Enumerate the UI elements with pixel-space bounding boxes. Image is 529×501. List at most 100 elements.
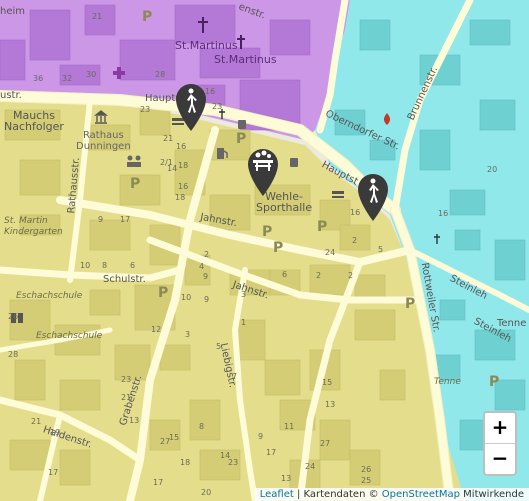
street-label-heim: heim xyxy=(0,6,26,17)
pedestrian-marker-1[interactable] xyxy=(174,82,208,132)
house-number: 28 xyxy=(8,350,19,359)
poi-label-st-martinus-1: St.Martinus xyxy=(175,39,238,52)
house-number: 7 xyxy=(232,372,238,381)
parking-icon: P xyxy=(236,131,247,147)
house-number: 18 xyxy=(178,161,189,170)
town-hall-icon xyxy=(94,110,108,124)
house-number: 12 xyxy=(151,325,162,334)
house-number: 8 xyxy=(199,422,205,431)
house-number: 19 xyxy=(50,428,61,437)
house-number: 9 xyxy=(204,295,210,304)
attribution-suffix: Mitwirkende xyxy=(460,489,524,500)
house-number: 8 xyxy=(102,261,108,270)
house-number: 17 xyxy=(120,215,131,224)
osm-link[interactable]: OpenStreetMap xyxy=(382,489,460,500)
house-number: 21 xyxy=(92,12,103,21)
bench-icon xyxy=(332,191,344,198)
parking-icon: P xyxy=(142,9,153,25)
house-number: 10 xyxy=(181,293,192,302)
house-number: 18 xyxy=(175,193,186,202)
house-number: 20 xyxy=(201,488,212,497)
map-tiles xyxy=(0,0,529,501)
house-number: 2 xyxy=(348,271,354,280)
house-number: 24 xyxy=(325,248,336,257)
house-number: 17 xyxy=(48,468,59,477)
house-number: 17 xyxy=(266,448,277,457)
parking-icon: P xyxy=(262,224,273,240)
pedestrian-marker-2[interactable] xyxy=(356,172,390,222)
house-number: 26 xyxy=(8,312,19,321)
house-number: 2/1 xyxy=(160,158,173,167)
house-number: 3 xyxy=(185,330,191,339)
map-canvas[interactable]: ustr. Haupts Hauptst Brunnenstr. Oberndo… xyxy=(0,0,529,501)
house-number: 2 xyxy=(204,250,210,259)
house-number: 2 xyxy=(316,271,322,280)
house-number: 25 xyxy=(361,476,372,485)
fire-station-icon xyxy=(383,113,391,125)
attribution: Leaflet | Kartendaten © OpenStreetMap Mi… xyxy=(254,488,529,501)
attribution-text: | Kartendaten © xyxy=(293,489,382,500)
church-icon xyxy=(198,17,208,33)
house-number: 23 xyxy=(212,102,223,111)
house-number: 21 xyxy=(31,417,42,426)
house-number: 16 xyxy=(438,209,449,218)
house-number: 2 xyxy=(352,236,358,245)
parking-icon: P xyxy=(273,240,284,256)
zoom-in-button[interactable]: + xyxy=(485,413,515,443)
picnic-marker[interactable] xyxy=(246,147,280,197)
poi-label-mauchs: Mauchs Nachfolger xyxy=(4,109,64,133)
house-number: 32 xyxy=(62,74,73,83)
house-number: 16 xyxy=(176,142,187,151)
house-number: 15 xyxy=(169,433,180,442)
house-number: 30 xyxy=(86,70,97,79)
parking-icon: P xyxy=(130,176,141,192)
house-number: 27 xyxy=(320,439,331,448)
house-number: 13 xyxy=(281,474,292,483)
house-number: 6 xyxy=(130,261,136,270)
house-number: 16 xyxy=(178,182,189,191)
parking-icon: P xyxy=(158,285,169,301)
street-label-schulstr: Schulstr. xyxy=(103,274,146,285)
zoom-control: + − xyxy=(483,411,517,476)
poi-label-rathaus: Rathaus Dunningen xyxy=(76,130,131,152)
community-icon xyxy=(127,155,141,167)
house-number: 20 xyxy=(487,165,498,174)
poi-label-st-martinus-2: St.Martinus xyxy=(214,53,277,66)
church-icon xyxy=(237,35,245,49)
house-number: 9 xyxy=(258,432,264,441)
parking-icon: P xyxy=(489,374,500,390)
house-number: 24 xyxy=(305,462,316,471)
street-label-tenne-top: Tenne xyxy=(497,318,527,329)
house-number: 14 xyxy=(220,451,231,460)
street-label-hauptstr-left: ustr. xyxy=(0,90,22,101)
house-number: 11 xyxy=(284,422,295,431)
poi-label-eschachschule-1: Eschachschule xyxy=(16,291,83,301)
house-number: 23 xyxy=(121,375,132,384)
house-number: 6 xyxy=(282,270,288,279)
street-label-tenne: Tenne xyxy=(434,377,461,387)
house-number: 21 xyxy=(121,393,132,402)
house-number: 36 xyxy=(33,74,44,83)
poi-label-kindergarten: St. Martin Kindergarten xyxy=(4,216,63,237)
house-number: 21 xyxy=(163,134,174,143)
bus-stop-icon xyxy=(238,120,246,129)
zoom-out-button[interactable]: − xyxy=(485,443,515,474)
house-number: 9 xyxy=(98,215,104,224)
house-number: 13 xyxy=(325,400,336,409)
wayside-cross-icon xyxy=(434,234,440,244)
poi-label-eschachschule-2: Eschachschule xyxy=(36,331,103,341)
house-number: 3 xyxy=(241,290,247,299)
house-number: 18 xyxy=(180,458,191,467)
house-number: 4 xyxy=(199,262,205,271)
bus-stop-icon xyxy=(290,158,298,167)
house-number: 17 xyxy=(153,478,164,487)
house-number: 23 xyxy=(140,105,151,114)
house-number: 15 xyxy=(322,378,333,387)
leaflet-link[interactable]: Leaflet xyxy=(260,489,294,500)
parking-icon: P xyxy=(317,219,328,235)
house-number: 5 xyxy=(378,245,384,254)
parking-icon: P xyxy=(405,296,416,312)
house-number: 28 xyxy=(155,70,166,79)
house-number: 5 xyxy=(216,342,222,351)
house-number: 26 xyxy=(361,465,372,474)
